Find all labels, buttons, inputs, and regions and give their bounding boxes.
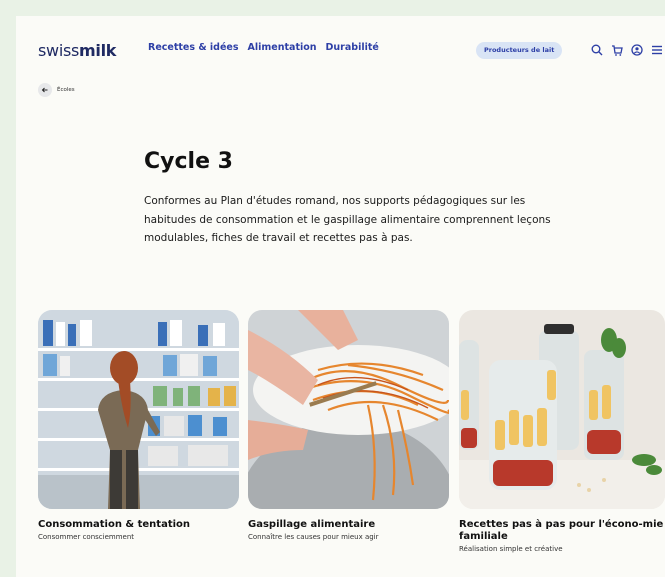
nav-durabilite[interactable]: Durabilité bbox=[326, 42, 379, 53]
logo-bold: milk bbox=[79, 41, 117, 60]
logo-light: swiss bbox=[38, 41, 80, 60]
cart-icon[interactable] bbox=[611, 43, 623, 57]
search-icon[interactable] bbox=[591, 43, 603, 57]
card-title: Gaspillage alimentaire bbox=[248, 519, 376, 530]
swissmilk-logo[interactable]: swissmilk bbox=[38, 41, 116, 60]
intro-text: Conformes au Plan d'études romand, nos s… bbox=[144, 195, 551, 244]
page: swissmilk Recettes & idées Alimentation … bbox=[16, 16, 665, 577]
back-arrow-icon bbox=[38, 83, 52, 97]
page-title: Cycle 3 bbox=[144, 149, 233, 174]
card-gaspillage[interactable]: Gaspillage alimentaire Connaître les cau… bbox=[248, 310, 449, 541]
card-subtitle: Connaître les causes pour mieux agir bbox=[248, 533, 379, 541]
supermarket-image bbox=[38, 310, 239, 509]
producers-button[interactable]: Producteurs de lait bbox=[476, 42, 563, 59]
back-link[interactable]: Écoles bbox=[38, 83, 75, 97]
nav-alimentation[interactable]: Alimentation bbox=[248, 42, 317, 53]
card-title: Recettes pas à pas pour l'écono-mie fami… bbox=[459, 519, 664, 542]
account-icon[interactable] bbox=[631, 43, 643, 57]
header-icons bbox=[591, 43, 663, 57]
spaghetti-image bbox=[248, 310, 449, 509]
main-nav: Recettes & idées Alimentation Durabilité bbox=[148, 42, 379, 53]
pasta-jars-image bbox=[459, 310, 665, 509]
nav-recettes[interactable]: Recettes & idées bbox=[148, 42, 239, 53]
card-subtitle: Consommer consciemment bbox=[38, 533, 135, 541]
card-title: Consommation & tentation bbox=[38, 519, 191, 530]
back-label: Écoles bbox=[57, 87, 75, 93]
card-consommation[interactable]: Consommation & tentation Consommer consc… bbox=[38, 310, 239, 541]
card-recettes[interactable]: Recettes pas à pas pour l'écono-mie fami… bbox=[459, 310, 665, 553]
menu-icon[interactable] bbox=[651, 43, 663, 57]
card-subtitle: Réalisation simple et créative bbox=[459, 545, 563, 553]
